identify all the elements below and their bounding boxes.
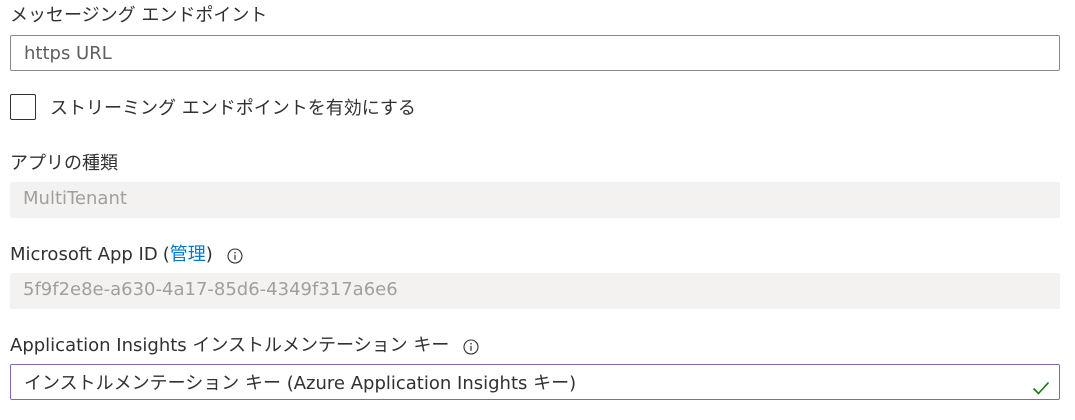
app-type-label: アプリの種類 [10, 152, 118, 176]
checkmark-icon [1032, 374, 1050, 395]
app-id-field: 5f9f2e8e-a630-4a17-85d6-4349f317a6e6 [10, 273, 1060, 309]
streaming-endpoint-label[interactable]: ストリーミング エンドポイントを有効にする [50, 94, 416, 120]
streaming-endpoint-row[interactable]: ストリーミング エンドポイントを有効にする [10, 93, 416, 121]
messaging-endpoint-input[interactable] [24, 36, 1024, 70]
app-insights-label: Application Insights インストルメンテーション キー [10, 334, 479, 358]
app-id-label: Microsoft App ID ( 管理 ) [10, 243, 243, 267]
info-icon[interactable] [227, 247, 243, 264]
app-id-paren-open: ( [162, 244, 170, 265]
app-type-label-text: アプリの種類 [10, 153, 118, 174]
info-icon[interactable] [463, 338, 479, 355]
app-type-field: MultiTenant [10, 182, 1060, 218]
manage-app-id-link[interactable]: 管理 [170, 243, 206, 267]
app-insights-label-text: Application Insights インストルメンテーション キー [10, 335, 450, 356]
app-type-value: MultiTenant [23, 188, 127, 209]
messaging-endpoint-field[interactable] [10, 35, 1060, 71]
messaging-endpoint-label-text: メッセージング エンドポイント [10, 5, 268, 26]
messaging-endpoint-label: メッセージング エンドポイント [10, 4, 267, 28]
app-id-paren-close: ) [205, 244, 213, 265]
app-insights-field[interactable] [10, 364, 1060, 400]
app-id-label-text: Microsoft App ID [10, 244, 158, 265]
app-insights-input[interactable] [24, 365, 1014, 399]
app-id-value: 5f9f2e8e-a630-4a17-85d6-4349f317a6e6 [23, 279, 398, 300]
streaming-endpoint-checkbox[interactable] [10, 94, 36, 120]
